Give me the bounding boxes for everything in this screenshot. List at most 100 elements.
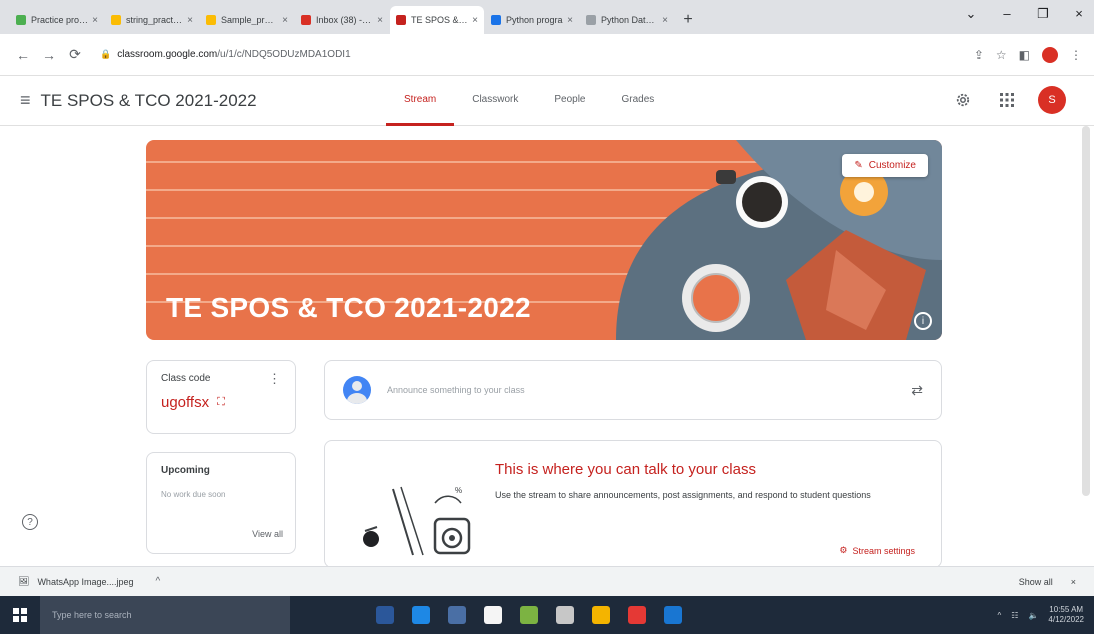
announce-card[interactable]: Announce something to your class ⇄ (324, 360, 942, 420)
extensions-area: ⇪ ☆ ◧ ⋮ (974, 46, 1082, 63)
clock-date: 4/12/2022 (1048, 615, 1084, 624)
taskbar-app-icon[interactable] (376, 606, 394, 624)
taskbar-app-icon[interactable] (628, 606, 646, 624)
main-menu-icon[interactable]: ≡ (20, 90, 31, 111)
user-avatar[interactable]: S (1038, 86, 1066, 114)
close-downloads-icon[interactable]: × (1071, 577, 1076, 587)
pencil-icon: ✎ (854, 160, 863, 171)
upcoming-empty-text: No work due soon (161, 490, 226, 499)
announce-input[interactable]: Announce something to your class (387, 385, 911, 395)
tab-close-icon[interactable]: × (92, 15, 98, 26)
tab-close-icon[interactable]: × (567, 15, 573, 26)
help-icon[interactable]: ? (22, 514, 38, 530)
tab-close-icon[interactable]: × (282, 15, 288, 26)
more-options-icon[interactable]: ⋮ (268, 371, 281, 387)
url-host: classroom.google.com (117, 49, 218, 60)
tab-favicon-icon (111, 15, 121, 25)
maximize-icon[interactable]: ❐ (1036, 6, 1050, 22)
browser-tab[interactable]: Python Data Str × (580, 6, 674, 34)
browser-tab[interactable]: Python progra × (485, 6, 579, 34)
tab-title: TE SPOS & TCC (411, 15, 468, 25)
clock-time: 10:55 AM (1049, 605, 1084, 614)
sidepanel-icon[interactable]: ◧ (1019, 48, 1030, 62)
lock-icon: 🔒 (100, 49, 112, 59)
browser-menu-icon[interactable]: ⋮ (1070, 48, 1082, 62)
apps-grid-icon[interactable] (994, 87, 1020, 113)
volume-icon[interactable]: 🔈 (1028, 611, 1038, 620)
class-title[interactable]: TE SPOS & TCO 2021-2022 (41, 91, 257, 111)
taskbar-search[interactable]: Type here to search (40, 596, 290, 634)
class-settings-gear-icon[interactable] (950, 87, 976, 113)
bookmark-star-icon[interactable]: ☆ (996, 48, 1007, 62)
tab-favicon-icon (206, 15, 216, 25)
taskbar-app-icon[interactable] (556, 606, 574, 624)
taskbar-search-placeholder: Type here to search (52, 610, 132, 620)
stream-illustration-icon: % (363, 486, 471, 556)
stream-settings-label: Stream settings (852, 545, 915, 556)
empty-stream-description: Use the stream to share announcements, p… (495, 490, 871, 500)
share-icon[interactable]: ⇪ (974, 48, 984, 62)
tab-close-icon[interactable]: × (187, 15, 193, 26)
taskbar-app-icon[interactable] (520, 606, 538, 624)
browser-toolbar: ← → ⟳ 🔒 classroom.google.com /u/1/c/NDQ5… (0, 34, 1094, 76)
clock[interactable]: 10:55 AM 4/12/2022 (1048, 605, 1084, 625)
browser-tab[interactable]: Sample_progra × (200, 6, 294, 34)
browser-tab-strip: Practice progra × string_practice × Samp… (0, 0, 1094, 34)
address-bar[interactable]: 🔒 classroom.google.com /u/1/c/NDQ5ODUzMD… (100, 42, 964, 68)
taskbar-apps (376, 606, 682, 624)
taskbar-app-icon[interactable] (592, 606, 610, 624)
tab-favicon-icon (396, 15, 406, 25)
taskbar-app-icon[interactable] (664, 606, 682, 624)
close-window-icon[interactable]: × (1072, 6, 1086, 22)
page-scrollbar[interactable] (1082, 126, 1090, 496)
minimize-icon[interactable]: – (1000, 6, 1014, 22)
download-item[interactable]: 🖼 WhatsApp Image....jpeg ^ (18, 576, 160, 587)
window-controls: ⌄ – ❐ × (964, 6, 1086, 22)
forward-icon[interactable]: → (38, 47, 60, 63)
reload-icon[interactable]: ⟳ (64, 46, 86, 63)
stream-page: TE SPOS & TCO 2021-2022 ✎ Customize i Cl… (0, 126, 1094, 568)
download-options-icon[interactable]: ^ (156, 576, 161, 587)
browser-tab[interactable]: Practice progra × (10, 6, 104, 34)
taskbar-app-icon[interactable] (484, 606, 502, 624)
customize-button[interactable]: ✎ Customize (842, 154, 928, 177)
tab-title: string_practice (126, 15, 184, 25)
download-filename: WhatsApp Image....jpeg (37, 576, 134, 587)
class-info-icon[interactable]: i (914, 312, 932, 330)
classroom-tabs: Stream Classwork People Grades (386, 76, 672, 126)
tab-favicon-icon (301, 15, 311, 25)
back-icon[interactable]: ← (12, 47, 34, 63)
tab-close-icon[interactable]: × (662, 15, 668, 26)
tab-close-icon[interactable]: × (472, 15, 478, 26)
image-file-icon: 🖼 (18, 576, 30, 586)
svg-text:%: % (455, 486, 462, 495)
fullscreen-icon[interactable]: ⛶ (217, 396, 225, 409)
empty-stream-title: This is where you can talk to your class (495, 461, 756, 478)
network-icon[interactable]: ☷ (1011, 611, 1018, 620)
taskbar-app-icon[interactable] (448, 606, 466, 624)
system-tray: ^ ☷ 🔈 10:55 AM 4/12/2022 (998, 605, 1094, 625)
tab-search-icon[interactable]: ⌄ (964, 6, 978, 22)
tray-chevron-icon[interactable]: ^ (998, 611, 1002, 620)
tab-classwork[interactable]: Classwork (454, 76, 536, 126)
tab-favicon-icon (16, 15, 26, 25)
tab-close-icon[interactable]: × (377, 15, 383, 26)
show-all-button[interactable]: Show all (1019, 577, 1053, 587)
class-code-label: Class code (161, 373, 211, 384)
tab-grades[interactable]: Grades (604, 76, 673, 126)
taskbar-app-icon[interactable] (412, 606, 430, 624)
repost-icon[interactable]: ⇄ (911, 382, 923, 399)
windows-start-icon[interactable] (0, 596, 40, 634)
view-all-link[interactable]: View all (252, 529, 283, 539)
tab-people[interactable]: People (536, 76, 603, 126)
stream-settings-button[interactable]: ⚙ Stream settings (839, 545, 915, 556)
profile-icon[interactable] (1042, 46, 1058, 63)
browser-tab[interactable]: string_practice × (105, 6, 199, 34)
tab-title: Sample_progra (221, 15, 279, 25)
new-tab-button[interactable]: + (675, 6, 701, 34)
tab-stream[interactable]: Stream (386, 76, 455, 126)
browser-tab-active[interactable]: TE SPOS & TCC × (390, 6, 484, 34)
class-banner: TE SPOS & TCO 2021-2022 ✎ Customize i (146, 140, 942, 340)
url-path: /u/1/c/NDQ5ODUzMDA1ODI1 (217, 49, 351, 60)
browser-tab[interactable]: Inbox (38) - pat × (295, 6, 389, 34)
